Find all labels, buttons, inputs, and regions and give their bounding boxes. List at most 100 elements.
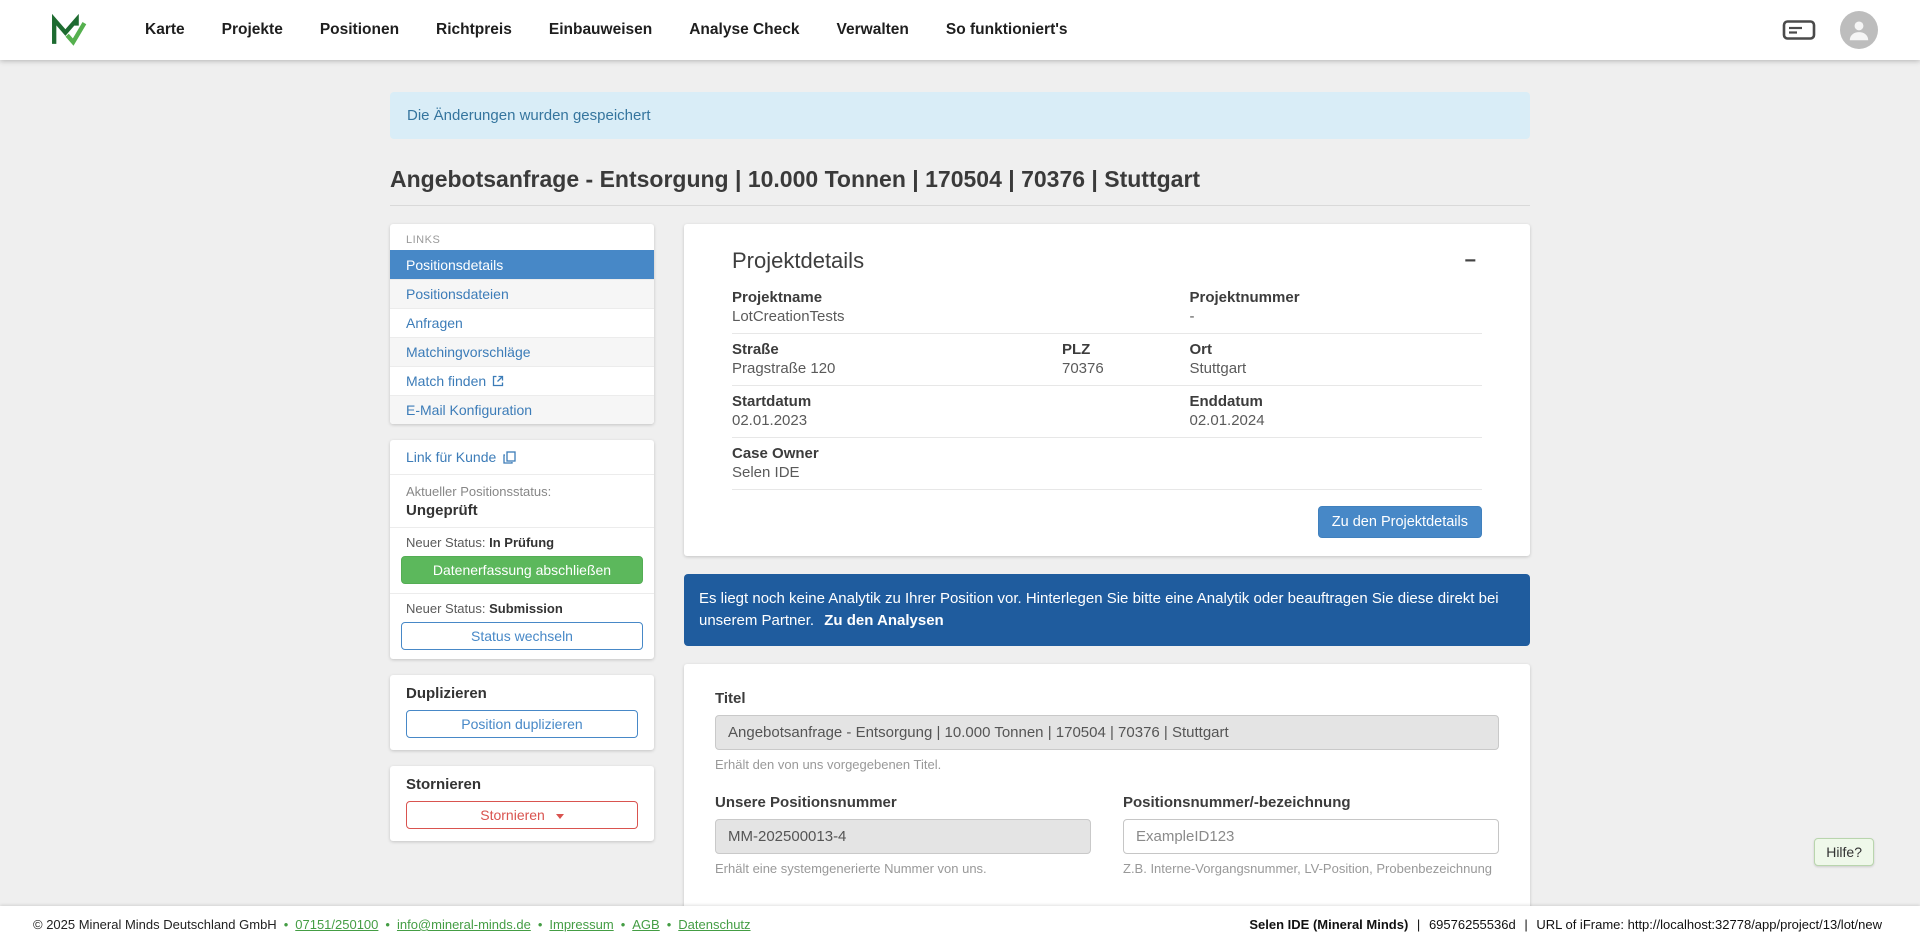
titel-label: Titel — [715, 690, 1499, 707]
footer: © 2025 Mineral Minds Deutschland GmbH • … — [0, 906, 1920, 943]
external-link-icon — [492, 375, 504, 387]
alert-text: Die Änderungen wurden gespeichert — [407, 107, 651, 124]
user-avatar[interactable] — [1840, 11, 1878, 49]
dot-separator: • — [667, 917, 672, 932]
footer-user: Selen IDE (Mineral Minds) — [1249, 917, 1408, 932]
new-status-prefix: Neuer Status: — [406, 535, 486, 550]
position-number-group: Positionsnummer/-bezeichnung Z.B. Intern… — [1123, 794, 1499, 876]
new-status-row-2: Neuer Status: Submission — [390, 594, 654, 620]
field-label: Case Owner — [732, 445, 1062, 462]
footer-email-link[interactable]: info@mineral-minds.de — [397, 917, 531, 932]
nav-item-analyse-check[interactable]: Analyse Check — [689, 21, 799, 39]
field-label: Startdatum — [732, 393, 1062, 410]
field-label: Straße — [732, 341, 1062, 358]
nav-item-positionen[interactable]: Positionen — [320, 21, 399, 39]
nav-item-so-funktionierts[interactable]: So funktioniert's — [946, 21, 1068, 39]
footer-impressum-link[interactable]: Impressum — [549, 917, 613, 932]
sidebar-item-label: E-Mail Konfiguration — [406, 402, 532, 418]
footer-session-id: 69576255536d — [1429, 917, 1516, 932]
project-details-card: Projektdetails − Projektname LotCreation… — [684, 224, 1530, 556]
field-enddatum: Enddatum 02.01.2024 — [1190, 393, 1483, 429]
field-value: Selen IDE — [732, 464, 1062, 481]
help-button[interactable]: Hilfe? — [1814, 838, 1874, 866]
footer-phone-link[interactable]: 07151/250100 — [295, 917, 378, 932]
complete-data-entry-button[interactable]: Datenerfassung abschließen — [401, 556, 643, 584]
nav-item-projekte[interactable]: Projekte — [222, 21, 283, 39]
minus-icon: − — [1464, 250, 1476, 272]
our-number-help: Erhält eine systemgenerierte Nummer von … — [715, 861, 1091, 876]
sidebar-item-match-finden[interactable]: Match finden — [390, 366, 654, 395]
page-title: Angebotsanfrage - Entsorgung | 10.000 To… — [390, 166, 1530, 193]
new-status-value: Submission — [489, 601, 563, 616]
sidebar-item-label: Positionsdateien — [406, 286, 509, 302]
position-number-help: Z.B. Interne-Vorgangsnummer, LV-Position… — [1123, 861, 1499, 876]
card-reader-icon — [1782, 17, 1816, 43]
field-value: 02.01.2024 — [1190, 412, 1483, 429]
footer-datenschutz-link[interactable]: Datenschutz — [678, 917, 750, 932]
copy-icon — [503, 451, 516, 464]
sidebar-item-matchingvorschlaege[interactable]: Matchingvorschläge — [390, 337, 654, 366]
title-divider — [390, 205, 1530, 206]
field-value: 70376 — [1062, 360, 1190, 377]
field-label: PLZ — [1062, 341, 1190, 358]
cancel-button-label: Stornieren — [480, 807, 545, 823]
sidebar-item-anfragen[interactable]: Anfragen — [390, 308, 654, 337]
titel-group: Titel Erhält den von uns vorgegebenen Ti… — [715, 690, 1499, 772]
go-to-project-details-button[interactable]: Zu den Projektdetails — [1318, 506, 1482, 538]
session-info: Selen IDE (Mineral Minds) | 69576255536d… — [1249, 917, 1882, 932]
copyright-text: © 2025 Mineral Minds Deutschland GmbH — [33, 917, 277, 932]
sidebar-item-label: Positionsdetails — [406, 257, 503, 273]
go-to-analyses-link[interactable]: Zu den Analysen — [824, 612, 943, 629]
project-row: Startdatum 02.01.2023 Enddatum 02.01.202… — [732, 386, 1482, 438]
mineral-minds-logo[interactable] — [49, 12, 87, 48]
field-case-owner: Case Owner Selen IDE — [732, 445, 1062, 481]
duplicate-card: Duplizieren Position duplizieren — [390, 675, 654, 750]
nav-item-karte[interactable]: Karte — [145, 21, 185, 39]
dot-separator: • — [538, 917, 543, 932]
page-container: Die Änderungen wurden gespeichert Angebo… — [390, 60, 1530, 922]
cancel-title: Stornieren — [406, 776, 638, 793]
nav-item-verwalten[interactable]: Verwalten — [837, 21, 909, 39]
pipe-separator: | — [1524, 917, 1527, 932]
field-value: Stuttgart — [1190, 360, 1483, 377]
sidebar-item-positionsdetails[interactable]: Positionsdetails — [390, 250, 654, 279]
field-label: Enddatum — [1190, 393, 1483, 410]
analytics-banner: Es liegt noch keine Analytik zu Ihrer Po… — [684, 574, 1530, 646]
new-status-value: In Prüfung — [489, 535, 554, 550]
position-form-card: Titel Erhält den von uns vorgegebenen Ti… — [684, 664, 1530, 922]
device-panel-button[interactable] — [1780, 15, 1818, 45]
field-label: Projektnummer — [1190, 289, 1483, 306]
customer-link[interactable]: Link für Kunde — [390, 440, 654, 475]
position-number-label: Positionsnummer/-bezeichnung — [1123, 794, 1499, 811]
logo-icon — [49, 12, 87, 48]
duplicate-position-button[interactable]: Position duplizieren — [406, 710, 638, 738]
titel-input — [715, 715, 1499, 750]
our-number-label: Unsere Positionsnummer — [715, 794, 1091, 811]
field-label: Projektname — [732, 289, 1062, 306]
sidebar-item-positionsdateien[interactable]: Positionsdateien — [390, 279, 654, 308]
nav-item-einbauweisen[interactable]: Einbauweisen — [549, 21, 652, 39]
new-status-row-1: Neuer Status: In Prüfung — [390, 528, 654, 554]
field-startdatum: Startdatum 02.01.2023 — [732, 393, 1062, 429]
field-projektnummer: Projektnummer - — [1190, 289, 1483, 325]
pipe-separator: | — [1417, 917, 1420, 932]
cancel-dropdown-button[interactable]: Stornieren — [406, 801, 638, 829]
top-navbar: Karte Projekte Positionen Richtpreis Ein… — [0, 0, 1920, 60]
titel-help: Erhält den von uns vorgegebenen Titel. — [715, 757, 1499, 772]
nav-item-richtpreis[interactable]: Richtpreis — [436, 21, 512, 39]
main-nav: Karte Projekte Positionen Richtpreis Ein… — [145, 21, 1068, 39]
footer-agb-link[interactable]: AGB — [632, 917, 659, 932]
dot-separator: • — [621, 917, 626, 932]
duplicate-title: Duplizieren — [406, 685, 638, 702]
cancel-card: Stornieren Stornieren — [390, 766, 654, 841]
caret-down-icon — [556, 814, 564, 819]
project-details-title: Projektdetails — [732, 248, 864, 274]
position-number-input[interactable] — [1123, 819, 1499, 854]
field-strasse: Straße Pragstraße 120 — [732, 341, 1062, 377]
field-label: Ort — [1190, 341, 1483, 358]
collapse-button[interactable]: − — [1458, 249, 1482, 273]
change-status-button[interactable]: Status wechseln — [401, 622, 643, 650]
field-value: Pragstraße 120 — [732, 360, 1062, 377]
sidebar-item-email-konfiguration[interactable]: E-Mail Konfiguration — [390, 395, 654, 424]
field-value: 02.01.2023 — [732, 412, 1062, 429]
